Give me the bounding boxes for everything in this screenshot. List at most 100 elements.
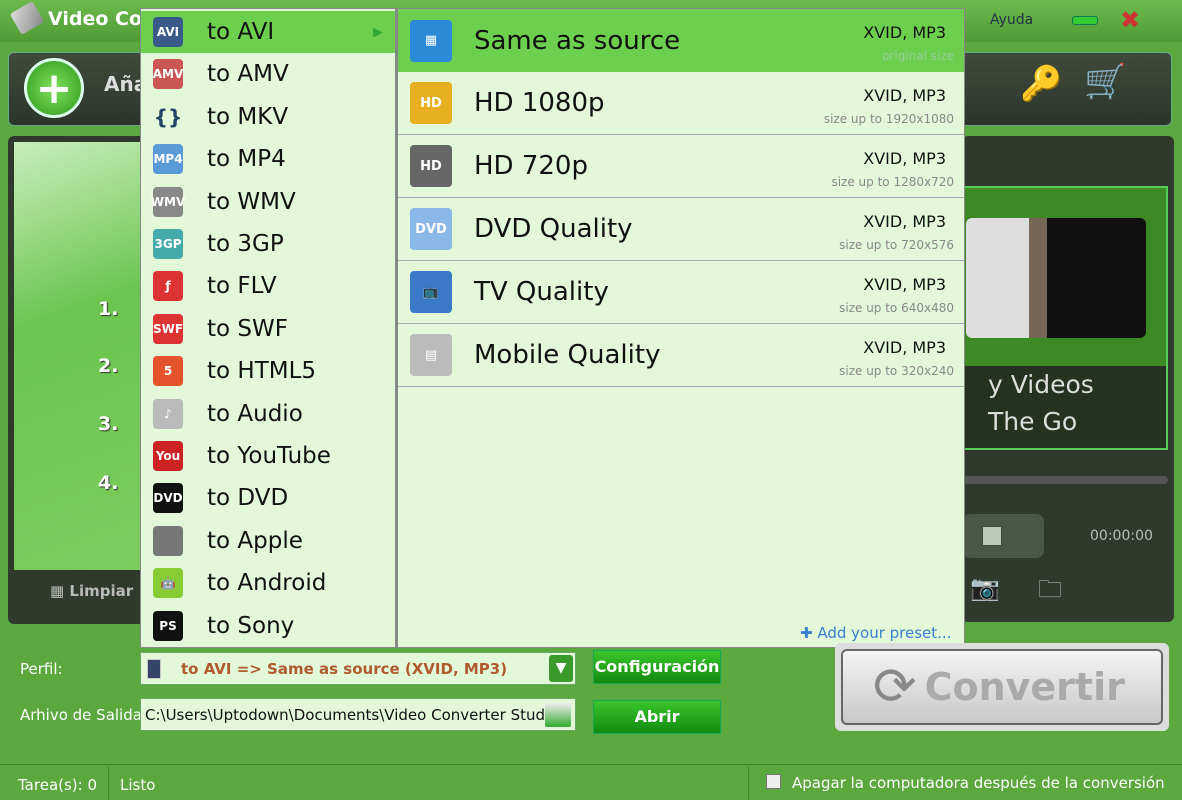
convert-arrows-icon: ⟳ [873,657,917,717]
format-item[interactable]: PS to Sony [141,605,395,647]
format-item-label: to YouTube [207,443,331,469]
cart-icon[interactable]: 🛒 [1084,62,1126,102]
preset-item[interactable]: HD HD 720p XVID, MP3 size up to 1280x720 [398,135,964,198]
format-item[interactable]: DVD to DVD [141,477,395,519]
swf-icon: SWF [153,313,183,344]
add-preset-label: Add your preset... [817,624,952,642]
profile-value: to AVI => Same as source (XVID, MP3) [181,659,508,678]
preset-item[interactable]: 📺 TV Quality XVID, MP3 size up to 640x480 [398,261,964,324]
apple-icon [153,525,183,556]
format-item-label: to FLV [207,273,277,300]
preset-item[interactable]: ▤ Mobile Quality XVID, MP3 size up to 320x2… [398,324,964,387]
open-button[interactable]: Abrir [593,700,721,734]
mkv-icon: {} [153,104,183,129]
preset-codec: XVID, MP3 [863,149,946,168]
format-item-label: to AVI [207,19,275,45]
hd-720-icon: HD [410,145,452,187]
preset-codec: XVID, MP3 [863,23,946,42]
preset-codec: XVID, MP3 [863,86,946,105]
close-icon[interactable]: ✖ [1120,6,1140,34]
format-item[interactable]: AMV to AMV [141,53,395,95]
seek-slider[interactable] [962,476,1168,484]
dvd-logo-icon: DVD [153,483,183,514]
preset-size: size up to 1920x1080 [823,112,954,126]
preset-item-label: DVD Quality [474,214,633,244]
file-list-area [14,142,148,570]
mobile-phone-icon: ▤ [410,334,452,376]
format-item-label: to MKV [207,103,289,130]
step-4: 4. [98,472,119,494]
format-item-label: to MP4 [207,146,286,173]
format-item-label: to DVD [207,485,289,512]
format-item-label: to Android [207,570,327,597]
app-title: Video Co [48,8,143,30]
format-item-label: to SWF [207,315,288,342]
clear-list-button[interactable]: ▦ Limpiar [50,582,133,600]
format-item[interactable]: ♪ to Audio [141,393,395,435]
output-path-value: C:\Users\Uptodown\Documents\Video Conver… [145,705,559,724]
output-path-field[interactable]: C:\Users\Uptodown\Documents\Video Conver… [140,698,576,731]
preset-item-label: HD 720p [474,151,588,181]
format-item[interactable]: AVI to AVI ▶ [141,11,395,53]
format-item[interactable]: {} to MKV [141,96,395,138]
profile-select[interactable]: to AVI => Same as source (XVID, MP3) ▼ [140,652,576,685]
profile-label: Perfil: [20,660,63,678]
minimize-icon[interactable] [1072,16,1098,25]
convert-button[interactable]: ⟳ Convertir [835,643,1169,731]
shutdown-checkbox[interactable] [766,774,781,789]
add-preset-link[interactable]: ✚ Add your preset... [800,624,951,642]
format-item-label: to 3GP [207,231,284,257]
preset-submenu: ▦ Same as source XVID, MP3 original size HD H… [397,8,965,648]
promo-text: y Videos The Go [964,366,1166,448]
avi-file-icon [147,659,161,679]
flash-icon: ƒ [153,271,183,302]
format-item-label: to Apple [207,527,303,554]
format-item[interactable]: 🤖 to Android [141,562,395,604]
browse-folder-icon[interactable] [545,703,571,727]
format-item[interactable]: WMV to WMV [141,181,395,223]
preset-size: size up to 1280x720 [831,175,954,189]
preset-item[interactable]: DVD DVD Quality XVID, MP3 size up to 720x57… [398,198,964,261]
film-icon: ▦ [410,19,452,62]
preset-size: size up to 320x240 [839,364,954,378]
playstation-icon: PS [153,610,183,641]
settings-button[interactable]: Configuración [593,650,721,684]
step-2: 2. [98,355,119,377]
stop-icon [982,526,1002,546]
format-item[interactable]: to Apple [141,520,395,562]
format-item[interactable]: 5 to HTML5 [141,350,395,392]
plus-icon: ✚ [800,624,818,642]
output-label: Arhivo de Salida: [20,706,147,724]
chevron-down-icon[interactable]: ▼ [549,655,573,682]
time-display: 00:00:00 [1090,528,1153,544]
promo-line-2: The Go [988,407,1078,436]
folder-icon[interactable]: 🗀 [1038,572,1062,613]
preset-size: size up to 720x576 [839,238,954,252]
format-item[interactable]: MP4 to MP4 [141,138,395,180]
key-icon[interactable]: 🔑 [1020,64,1062,104]
shutdown-label: Apagar la computadora después de la conv… [792,774,1165,792]
youtube-icon: You [153,441,183,471]
clear-list-icon: ▦ [50,582,70,600]
preset-codec: XVID, MP3 [863,212,946,231]
camera-icon[interactable]: 📷 [970,574,1000,602]
help-menu[interactable]: Ayuda [990,12,1033,28]
step-3: 3. [98,413,119,435]
format-item[interactable]: SWF to SWF [141,308,395,350]
preset-item[interactable]: ▦ Same as source XVID, MP3 original size [398,9,964,72]
preset-item[interactable]: HD HD 1080p XVID, MP3 size up to 1920x1080 [398,72,964,135]
audio-note-icon: ♪ [153,398,183,429]
format-item[interactable]: 3GP to 3GP [141,223,395,265]
hd-1080-icon: HD [410,82,452,124]
preset-size: size up to 640x480 [839,301,954,315]
submenu-arrow-icon: ▶ [373,24,383,40]
avi-file-icon: AVI [153,17,183,47]
stop-button[interactable] [962,514,1044,558]
format-item[interactable]: ƒ to FLV [141,265,395,307]
add-plus-icon[interactable]: + [24,58,84,118]
format-item-label: to AMV [207,61,289,88]
format-menu: AVI to AVI ▶ AMV to AMV {} to MKV MP4 to MP4 WMV t… [140,8,397,648]
format-item[interactable]: You to YouTube [141,435,395,477]
clear-label: Limpiar [69,582,134,600]
3gp-file-icon: 3GP [153,229,183,259]
